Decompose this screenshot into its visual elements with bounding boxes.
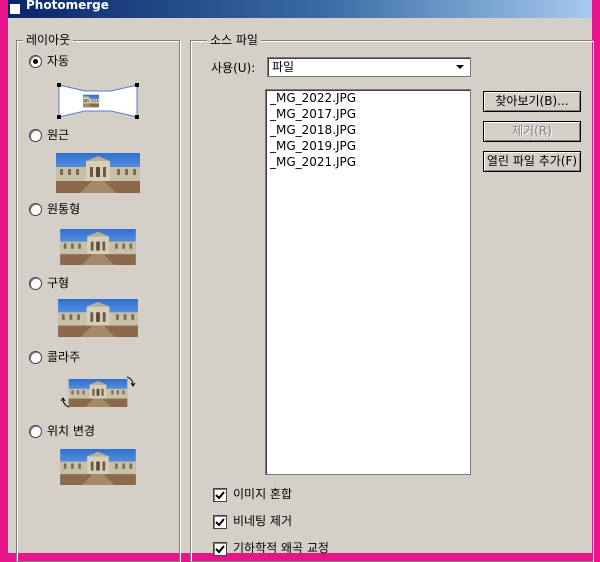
radio-auto[interactable] — [29, 55, 42, 68]
use-select[interactable]: 파일 — [267, 57, 471, 77]
vignette-removal-label: 비네팅 제거 — [233, 514, 293, 528]
checkmark-icon — [215, 544, 225, 553]
app-icon — [10, 4, 20, 14]
layout-group: 레이아웃 자동 원근 원통형 구형 콜라주 위치 변경 — [16, 33, 180, 562]
layout-option-spherical[interactable]: 구형 — [29, 275, 69, 291]
layout-option-cylindrical[interactable]: 원통형 — [29, 201, 80, 217]
file-list-item[interactable]: _MG_2021.JPG — [266, 154, 470, 170]
file-list[interactable]: _MG_2022.JPG _MG_2017.JPG _MG_2018.JPG _… — [265, 89, 471, 475]
layout-option-reposition-label: 위치 변경 — [47, 424, 95, 438]
geometric-distortion-checkbox[interactable] — [213, 541, 227, 556]
layout-option-auto[interactable]: 자동 — [29, 53, 69, 69]
spherical-thumbnail — [55, 299, 141, 340]
source-files-group: 소스 파일 사용(U): 파일 _MG_2022.JPG _MG_2017.JP… — [190, 33, 593, 562]
cylindrical-thumbnail — [55, 229, 141, 268]
radio-collage[interactable] — [29, 351, 42, 364]
use-label: 사용(U): — [211, 61, 256, 75]
checkmark-icon — [215, 517, 225, 526]
add-open-files-button[interactable]: 열린 파일 추가(F) — [483, 151, 581, 172]
dropdown-arrow-icon — [456, 65, 464, 69]
blend-images-option[interactable]: 이미지 혼합 — [213, 486, 292, 502]
radio-reposition[interactable] — [29, 425, 42, 438]
radio-perspective[interactable] — [29, 129, 42, 142]
vignette-removal-option[interactable]: 비네팅 제거 — [213, 513, 292, 529]
layout-option-perspective[interactable]: 원근 — [29, 127, 69, 143]
vignette-removal-checkbox[interactable] — [213, 514, 227, 529]
file-list-item[interactable]: _MG_2022.JPG — [266, 90, 470, 106]
collage-thumbnail — [55, 373, 141, 414]
geometric-distortion-option[interactable]: 기하학적 왜곡 교정 — [213, 540, 329, 556]
layout-option-reposition[interactable]: 위치 변경 — [29, 423, 95, 439]
dialog-body: 레이아웃 자동 원근 원통형 구형 콜라주 위치 변경 소스 파일 사용(U):… — [8, 18, 593, 562]
geometric-distortion-label: 기하학적 왜곡 교정 — [233, 541, 329, 555]
layout-group-title: 레이아웃 — [23, 33, 74, 47]
perspective-thumbnail — [55, 153, 141, 196]
source-files-group-title: 소스 파일 — [207, 33, 261, 47]
radio-spherical[interactable] — [29, 277, 42, 290]
file-list-item[interactable]: _MG_2019.JPG — [266, 138, 470, 154]
radio-cylindrical[interactable] — [29, 203, 42, 216]
reposition-thumbnail — [55, 449, 141, 488]
file-list-item[interactable]: _MG_2017.JPG — [266, 106, 470, 122]
layout-option-collage-label: 콜라주 — [47, 350, 81, 364]
blend-images-label: 이미지 혼합 — [233, 487, 293, 501]
use-select-value: 파일 — [272, 60, 295, 74]
layout-option-spherical-label: 구형 — [47, 276, 70, 290]
layout-option-perspective-label: 원근 — [47, 128, 70, 142]
remove-button[interactable]: 제거(R) — [483, 121, 581, 142]
window-title: Photomerge — [26, 0, 109, 12]
browse-button[interactable]: 찾아보기(B)... — [483, 91, 581, 112]
title-bar: Photomerge — [8, 0, 592, 18]
layout-option-cylindrical-label: 원통형 — [47, 202, 81, 216]
file-list-item[interactable]: _MG_2018.JPG — [266, 122, 470, 138]
auto-layout-thumbnail — [55, 81, 141, 124]
checkmark-icon — [215, 490, 225, 499]
blend-images-checkbox[interactable] — [213, 487, 227, 502]
layout-option-auto-label: 자동 — [47, 54, 70, 68]
layout-option-collage[interactable]: 콜라주 — [29, 349, 80, 365]
